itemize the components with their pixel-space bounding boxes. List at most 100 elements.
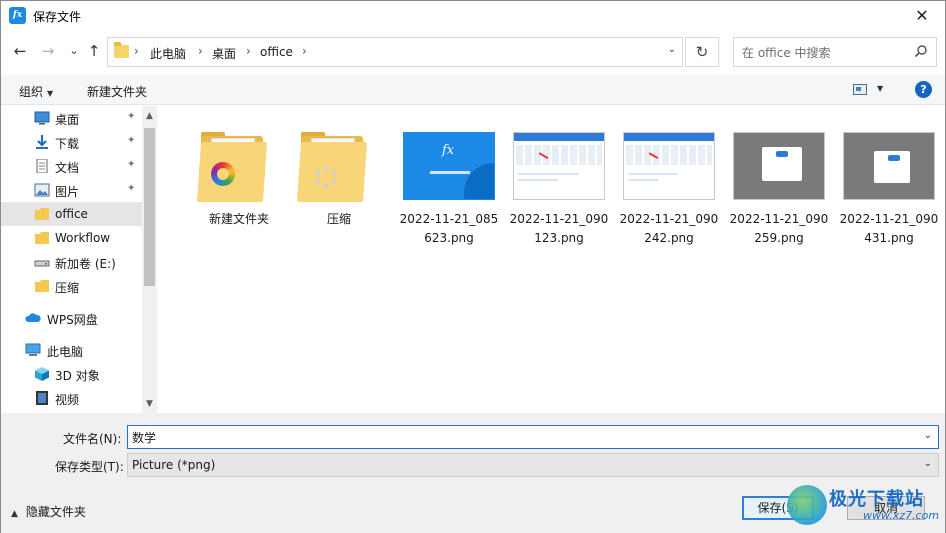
sidebar-item-desktop[interactable]: 桌面 ✦ <box>1 106 142 130</box>
file-item-image[interactable]: 2022-11-21_090242.png <box>617 122 721 252</box>
folder-icon <box>193 132 285 202</box>
pin-icon: ✦ <box>127 159 136 170</box>
sidebar-item-label: 图片 <box>55 185 80 199</box>
folder-icon <box>293 132 385 202</box>
breadcrumb-desktop[interactable]: 桌面 <box>212 45 236 62</box>
sidebar-item-label: 视频 <box>55 393 80 407</box>
file-item-image[interactable]: fx 2022-11-21_085623.png <box>397 122 501 252</box>
chevron-up-icon: ▲ <box>11 509 18 519</box>
sidebar-item-drive-e[interactable]: 新加卷 (E:) <box>1 250 142 274</box>
file-item-compressed-folder[interactable]: 压缩 <box>287 122 391 252</box>
title-bar: fx 保存文件 ✕ <box>1 1 945 31</box>
file-item-image[interactable]: 2022-11-21_090431.png <box>837 122 941 252</box>
filename-combobox[interactable]: ⌄ <box>127 425 939 449</box>
breadcrumb-office[interactable]: office <box>260 45 293 59</box>
picture-icon <box>34 183 50 197</box>
scroll-up-icon[interactable]: ▲ <box>142 108 157 124</box>
sidebar-item-label: Workflow <box>55 231 111 245</box>
close-button[interactable]: ✕ <box>899 1 945 31</box>
filetype-select[interactable]: Picture (*png) ⌄ <box>127 453 939 477</box>
file-name: 压缩 <box>326 212 351 226</box>
image-thumbnail <box>733 132 825 200</box>
view-options-icon[interactable] <box>853 84 867 95</box>
hide-folders-toggle[interactable]: ▲ 隐藏文件夹 <box>11 503 86 520</box>
search-box[interactable] <box>733 37 937 67</box>
organize-label: 组织 <box>19 85 44 99</box>
file-name: 2022-11-21_090123.png <box>509 212 609 245</box>
sidebar-item-label: 压缩 <box>55 281 80 295</box>
sidebar-item-downloads[interactable]: 下载 ✦ <box>1 130 142 154</box>
sidebar-item-label: 桌面 <box>55 113 80 127</box>
organize-menu[interactable]: 组织 ▼ <box>19 83 53 100</box>
cloud-icon <box>25 313 41 322</box>
breadcrumb-separator[interactable]: › <box>246 44 251 58</box>
sidebar-item-compressed[interactable]: 压缩 <box>1 274 142 298</box>
back-button[interactable]: ← <box>9 39 31 63</box>
command-toolbar: 组织 ▼ 新建文件夹 ▼ ? <box>1 75 945 105</box>
watermark-text: 极光下载站 <box>829 489 924 510</box>
gear-icon <box>315 166 337 188</box>
chevron-down-icon[interactable]: ⌄ <box>924 430 932 441</box>
search-input[interactable] <box>742 44 912 62</box>
sidebar-item-wps-drive[interactable]: WPS网盘 <box>1 306 142 330</box>
refresh-button[interactable]: ↻ <box>685 37 719 67</box>
app-logo-icon: fx <box>9 7 26 24</box>
new-folder-button[interactable]: 新建文件夹 <box>87 83 147 100</box>
navigation-pane: 桌面 ✦ 下载 ✦ 文档 ✦ 图片 ✦ office Workflow 新加卷 … <box>1 106 157 413</box>
image-thumbnail <box>513 132 605 200</box>
desktop-icon <box>34 111 50 125</box>
sidebar-item-this-pc[interactable]: 此电脑 <box>1 338 142 362</box>
folder-icon <box>114 42 129 58</box>
navigation-pane-scrollbar[interactable]: ▲ ▼ <box>142 106 157 413</box>
sidebar-item-pictures[interactable]: 图片 ✦ <box>1 178 142 202</box>
image-thumbnail <box>843 132 935 200</box>
watermark: 极光下载站 www.xz7.com <box>787 483 943 529</box>
navigation-bar: ← → ⌄ ↑ › 此电脑 › 桌面 › office › ⌄ ↻ <box>1 35 945 69</box>
filename-input[interactable] <box>132 429 912 445</box>
forward-button[interactable]: → <box>37 39 59 63</box>
scrollbar-thumb[interactable] <box>144 128 155 286</box>
view-caret-icon[interactable]: ▼ <box>877 84 883 93</box>
help-icon[interactable]: ? <box>915 81 932 98</box>
drive-icon <box>34 260 50 267</box>
file-item-image[interactable]: 2022-11-21_090259.png <box>727 122 831 252</box>
sidebar-item-workflow[interactable]: Workflow <box>1 226 142 250</box>
search-icon[interactable] <box>914 44 928 58</box>
recent-locations-button[interactable]: ⌄ <box>63 39 85 63</box>
sidebar-item-label: office <box>55 207 88 221</box>
scroll-down-icon[interactable]: ▼ <box>142 396 157 412</box>
sidebar-item-label: 3D 对象 <box>55 369 100 383</box>
address-bar[interactable]: › 此电脑 › 桌面 › office › ⌄ <box>107 37 683 67</box>
up-button[interactable]: ↑ <box>83 39 105 63</box>
chevron-down-icon[interactable]: ⌄ <box>924 458 932 469</box>
file-item-image[interactable]: 2022-11-21_090123.png <box>507 122 611 252</box>
breadcrumb-separator[interactable]: › <box>134 44 139 58</box>
file-name: 2022-11-21_090259.png <box>729 212 829 245</box>
video-icon <box>36 391 48 405</box>
pin-icon: ✦ <box>127 135 136 146</box>
folder-icon <box>35 280 49 292</box>
folder-icon <box>35 208 49 220</box>
file-name: 2022-11-21_090242.png <box>619 212 719 245</box>
computer-icon <box>25 343 41 356</box>
filename-label: 文件名(N): <box>63 432 122 446</box>
file-item-new-folder[interactable]: 新建文件夹 <box>187 122 291 252</box>
document-icon <box>36 159 48 173</box>
sidebar-item-label: 新加卷 (E:) <box>55 257 116 271</box>
breadcrumb-this-pc[interactable]: 此电脑 <box>150 45 186 62</box>
chevron-down-icon[interactable]: ⌄ <box>668 44 676 55</box>
sidebar-item-office[interactable]: office <box>1 202 142 226</box>
sidebar-item-videos[interactable]: 视频 <box>1 386 142 410</box>
sidebar-item-label: 文档 <box>55 161 80 175</box>
save-file-dialog: fx 保存文件 ✕ ← → ⌄ ↑ › 此电脑 › 桌面 › office › … <box>0 0 946 533</box>
file-name: 2022-11-21_085623.png <box>399 212 499 245</box>
sidebar-item-3d-objects[interactable]: 3D 对象 <box>1 362 142 386</box>
sidebar-item-documents[interactable]: 文档 ✦ <box>1 154 142 178</box>
sidebar-item-label: 下载 <box>55 137 80 151</box>
breadcrumb-separator[interactable]: › <box>198 44 203 58</box>
watermark-logo-icon <box>787 485 827 525</box>
window-title: 保存文件 <box>33 10 82 24</box>
image-thumbnail <box>623 132 715 200</box>
download-icon <box>36 135 48 149</box>
breadcrumb-separator[interactable]: › <box>302 44 307 58</box>
